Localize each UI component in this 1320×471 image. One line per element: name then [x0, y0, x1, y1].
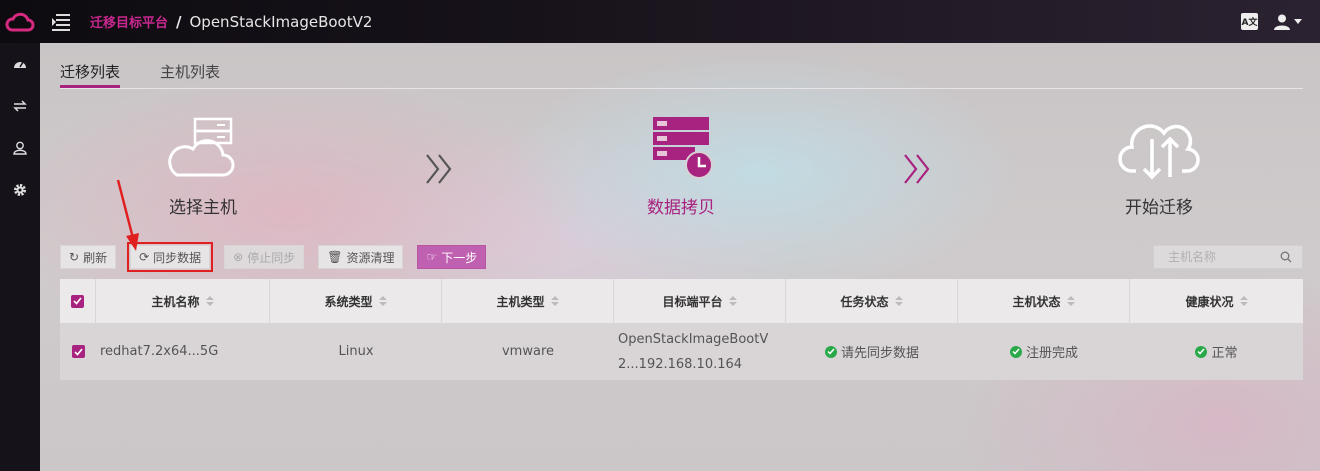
platform-line: OpenStackImageBootV [618, 331, 769, 347]
target-platform-cell: OpenStackImageBootV 2...192.168.10.164 [614, 323, 786, 380]
select-all-checkbox[interactable] [71, 294, 84, 308]
chevron-down-icon [1294, 19, 1302, 24]
sidebar-item-settings[interactable] [0, 169, 40, 211]
column-label: 主机名称 [151, 294, 200, 309]
step-start-migration: 开始迁移 [1099, 115, 1219, 218]
double-chevron-right-icon [426, 154, 452, 184]
sync-data-button[interactable]: ⟳ 同步数据 [127, 242, 214, 272]
breadcrumb-separator: / [176, 12, 182, 31]
row-checkbox[interactable] [71, 345, 85, 358]
double-chevron-right-icon [904, 154, 930, 184]
column-header-os-type[interactable]: 系统类型 [270, 279, 442, 323]
check-circle-icon [1195, 345, 1208, 358]
annotation-arrow-icon [116, 179, 139, 251]
step-label: 数据拷贝 [647, 198, 715, 218]
tab-migration-list[interactable]: 迁移列表 [60, 57, 121, 88]
host-status-cell: 注册完成 [958, 323, 1130, 380]
cloud-server-icon [168, 117, 235, 177]
language-icon[interactable]: A文 [1241, 13, 1258, 30]
refresh-label: 刷新 [83, 250, 108, 265]
sync-label: 同步数据 [153, 250, 202, 265]
gear-icon [14, 184, 26, 196]
sidebar-item-migration[interactable] [0, 85, 40, 127]
sort-icon [205, 296, 214, 306]
main-content: 迁移列表 主机列表 选择主机 数据拷贝 开始迁移 ↻ 刷新 ⟳ 同步数据 ⊗ 停… [40, 43, 1320, 471]
column-label: 主机类型 [496, 294, 545, 309]
column-label: 任务状态 [840, 294, 889, 309]
tab-bar: 迁移列表 主机列表 [60, 57, 1303, 89]
sort-icon [378, 296, 387, 306]
search-box [1153, 245, 1303, 269]
sort-icon [1066, 296, 1075, 306]
check-circle-icon [824, 345, 837, 358]
cleanup-label: 资源清理 [346, 250, 395, 265]
server-clock-icon [653, 117, 713, 179]
menu-toggle-icon[interactable] [52, 13, 70, 31]
row-select-cell [60, 323, 96, 380]
host-type-cell: vmware [501, 344, 554, 359]
stop-sync-label: 停止同步 [247, 250, 296, 265]
trash-icon: 🗑 [327, 250, 343, 264]
sidebar-item-dashboard[interactable] [0, 43, 40, 85]
column-header-task-status[interactable]: 任务状态 [786, 279, 958, 323]
refresh-button[interactable]: ↻ 刷新 [60, 245, 117, 269]
health-cell: 正常 [1130, 323, 1303, 380]
column-header-host-name[interactable]: 主机名称 [96, 279, 270, 323]
breadcrumb-parent-link[interactable]: 迁移目标平台 [90, 12, 168, 31]
host-name-link[interactable]: redhat7.2x64...5G [96, 323, 270, 380]
step-data-copy: 数据拷贝 [621, 115, 741, 218]
host-status-text: 注册完成 [1025, 346, 1078, 361]
search-icon[interactable] [1280, 251, 1292, 263]
user-menu-button[interactable] [1274, 14, 1302, 30]
column-label: 系统类型 [324, 294, 373, 309]
os-type-cell: Linux [338, 344, 374, 359]
check-circle-icon [1009, 345, 1022, 358]
table-body: redhat7.2x64...5G Linux vmware OpenStack… [60, 323, 1303, 380]
step-select-host: 选择主机 [143, 115, 263, 218]
sort-icon [550, 296, 559, 306]
cloud-transfer-icon [1118, 124, 1200, 180]
health-text: 正常 [1211, 346, 1238, 361]
user-icon [13, 141, 27, 155]
refresh-icon: ↻ [69, 250, 80, 264]
hand-pointer-icon: ☞ [426, 250, 438, 264]
tab-host-list[interactable]: 主机列表 [160, 57, 220, 88]
column-header-host-status[interactable]: 主机状态 [958, 279, 1130, 323]
table-header: 主机名称 系统类型 主机类型 目标端平台 任务状态 主机状态 健康状况 [60, 279, 1303, 323]
search-input[interactable] [1154, 246, 1274, 268]
transfer-icon [13, 100, 27, 112]
dashboard-icon [14, 61, 26, 68]
breadcrumb-current: OpenStackImageBootV2 [189, 12, 373, 31]
column-label: 主机状态 [1012, 294, 1061, 309]
stop-sync-button[interactable]: ⊗ 停止同步 [224, 245, 305, 269]
column-header-target-platform[interactable]: 目标端平台 [614, 279, 786, 323]
cleanup-button[interactable]: 🗑 资源清理 [318, 245, 404, 269]
platform-line: 2...192.168.10.164 [618, 356, 743, 372]
user-icon [1274, 14, 1290, 30]
step-label: 开始迁移 [1125, 198, 1193, 218]
step-label: 选择主机 [169, 198, 237, 218]
task-status-cell: 请先同步数据 [786, 323, 958, 380]
top-bar: 迁移目标平台 / OpenStackImageBootV2 A文 [0, 0, 1320, 43]
stop-icon: ⊗ [233, 250, 244, 264]
sort-icon [728, 296, 737, 306]
sidebar [0, 43, 40, 471]
next-step-button[interactable]: ☞ 下一步 [417, 245, 487, 269]
migration-table: 主机名称 系统类型 主机类型 目标端平台 任务状态 主机状态 健康状况 redh… [60, 279, 1303, 380]
cloud-logo-icon[interactable] [0, 0, 40, 43]
column-label: 健康状况 [1185, 294, 1234, 309]
select-all-cell [60, 279, 96, 323]
column-header-health[interactable]: 健康状况 [1130, 279, 1303, 323]
column-label: 目标端平台 [662, 294, 723, 309]
column-header-host-type[interactable]: 主机类型 [442, 279, 614, 323]
sort-icon [894, 296, 903, 306]
table-row[interactable]: redhat7.2x64...5G Linux vmware OpenStack… [60, 323, 1303, 380]
sort-icon [1239, 296, 1248, 306]
task-status-text: 请先同步数据 [840, 346, 919, 361]
sidebar-item-users[interactable] [0, 127, 40, 169]
breadcrumb: 迁移目标平台 / OpenStackImageBootV2 [90, 12, 373, 32]
next-label: 下一步 [441, 250, 478, 265]
